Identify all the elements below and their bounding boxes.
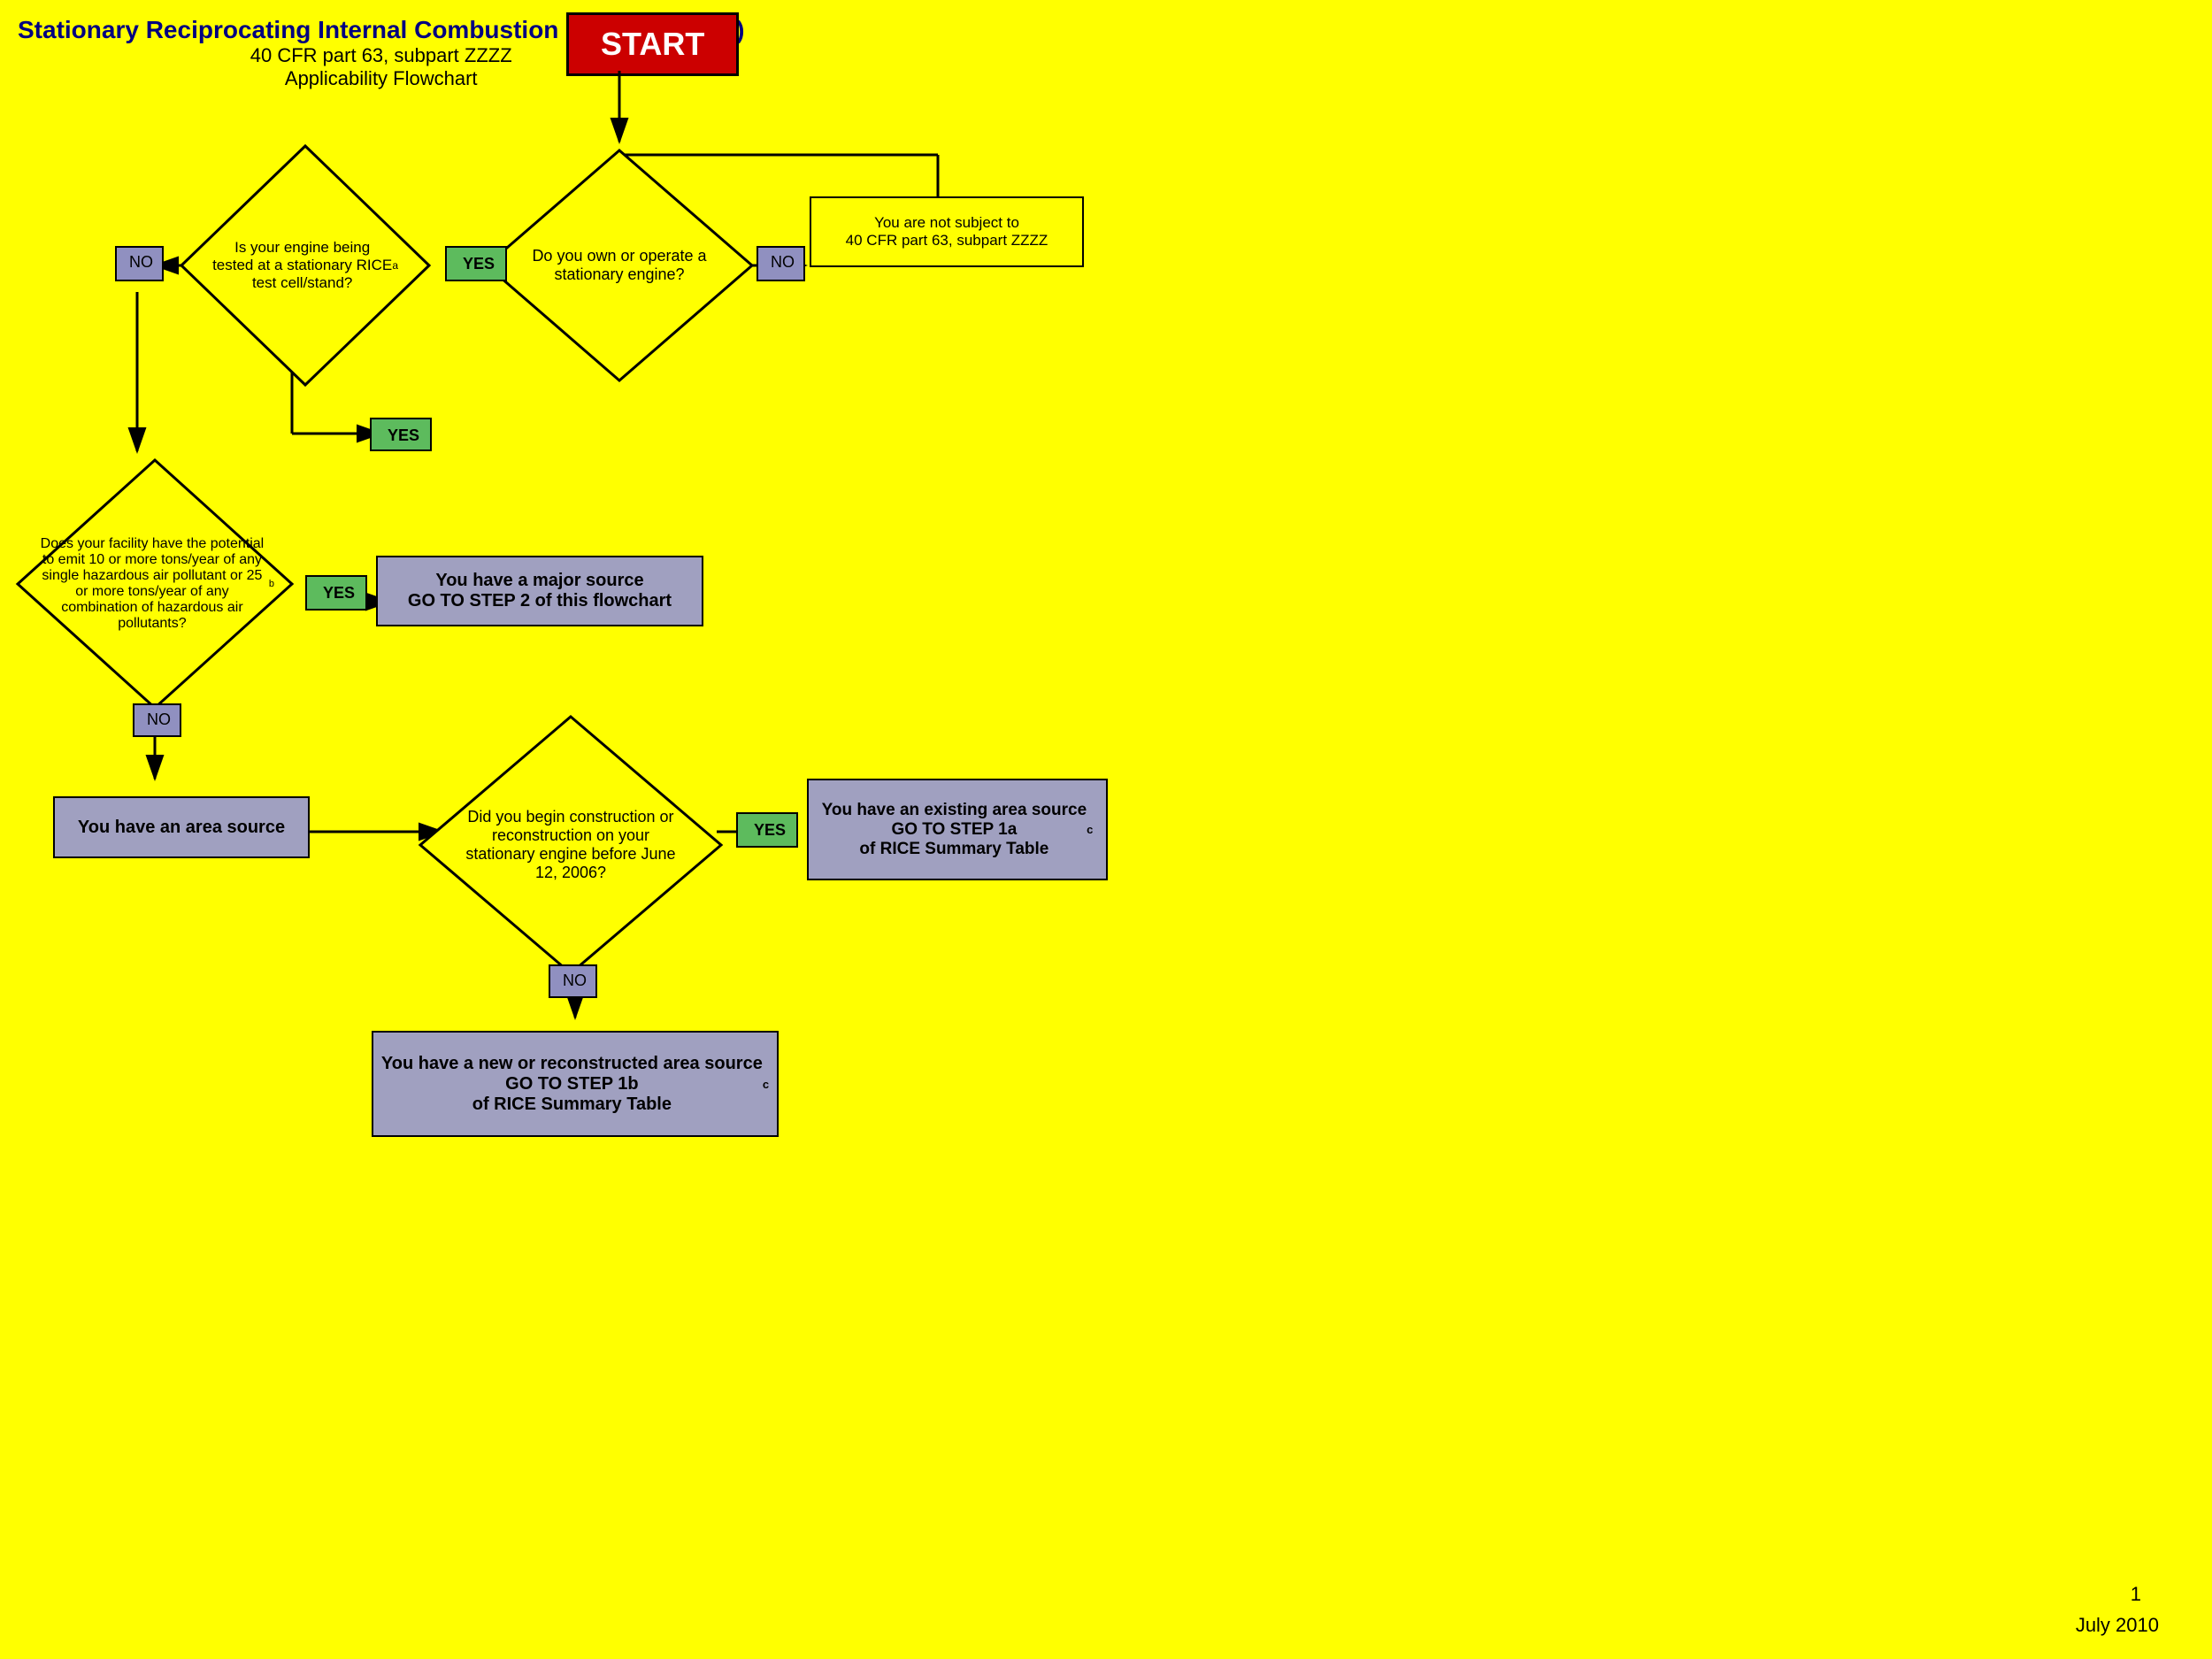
yes-label-1: YES bbox=[445, 246, 507, 281]
no-label-3: NO bbox=[133, 703, 181, 737]
diamond-construction: Did you begin construction or reconstruc… bbox=[411, 708, 730, 982]
page-number: 1 bbox=[2131, 1583, 2141, 1606]
yes-label-3: YES bbox=[305, 575, 367, 611]
yes-label-2: YES bbox=[370, 418, 432, 451]
start-button: START bbox=[566, 12, 739, 76]
not-subject-box: You are not subject to40 CFR part 63, su… bbox=[810, 196, 1084, 267]
diamond-facility-potential: Does your facility have the potential to… bbox=[9, 451, 301, 717]
diamond-stationary-engine: Do you own or operate a stationary engin… bbox=[478, 142, 761, 389]
no-label-d2: NO bbox=[757, 246, 805, 281]
new-area-source-box: You have a new or reconstructed area sou… bbox=[372, 1031, 779, 1137]
major-source-box: You have a major sourceGO TO STEP 2 of t… bbox=[376, 556, 703, 626]
existing-area-source-box: You have an existing area sourceGO TO ST… bbox=[807, 779, 1108, 880]
no-label-4: NO bbox=[549, 964, 597, 998]
yes-label-4: YES bbox=[736, 812, 798, 848]
no-label-1: NO bbox=[115, 246, 164, 281]
date-label: July 2010 bbox=[2076, 1614, 2159, 1637]
area-source-box: You have an area source bbox=[53, 796, 310, 858]
diamond-engine-tested: Is your engine being tested at a station… bbox=[173, 137, 438, 385]
